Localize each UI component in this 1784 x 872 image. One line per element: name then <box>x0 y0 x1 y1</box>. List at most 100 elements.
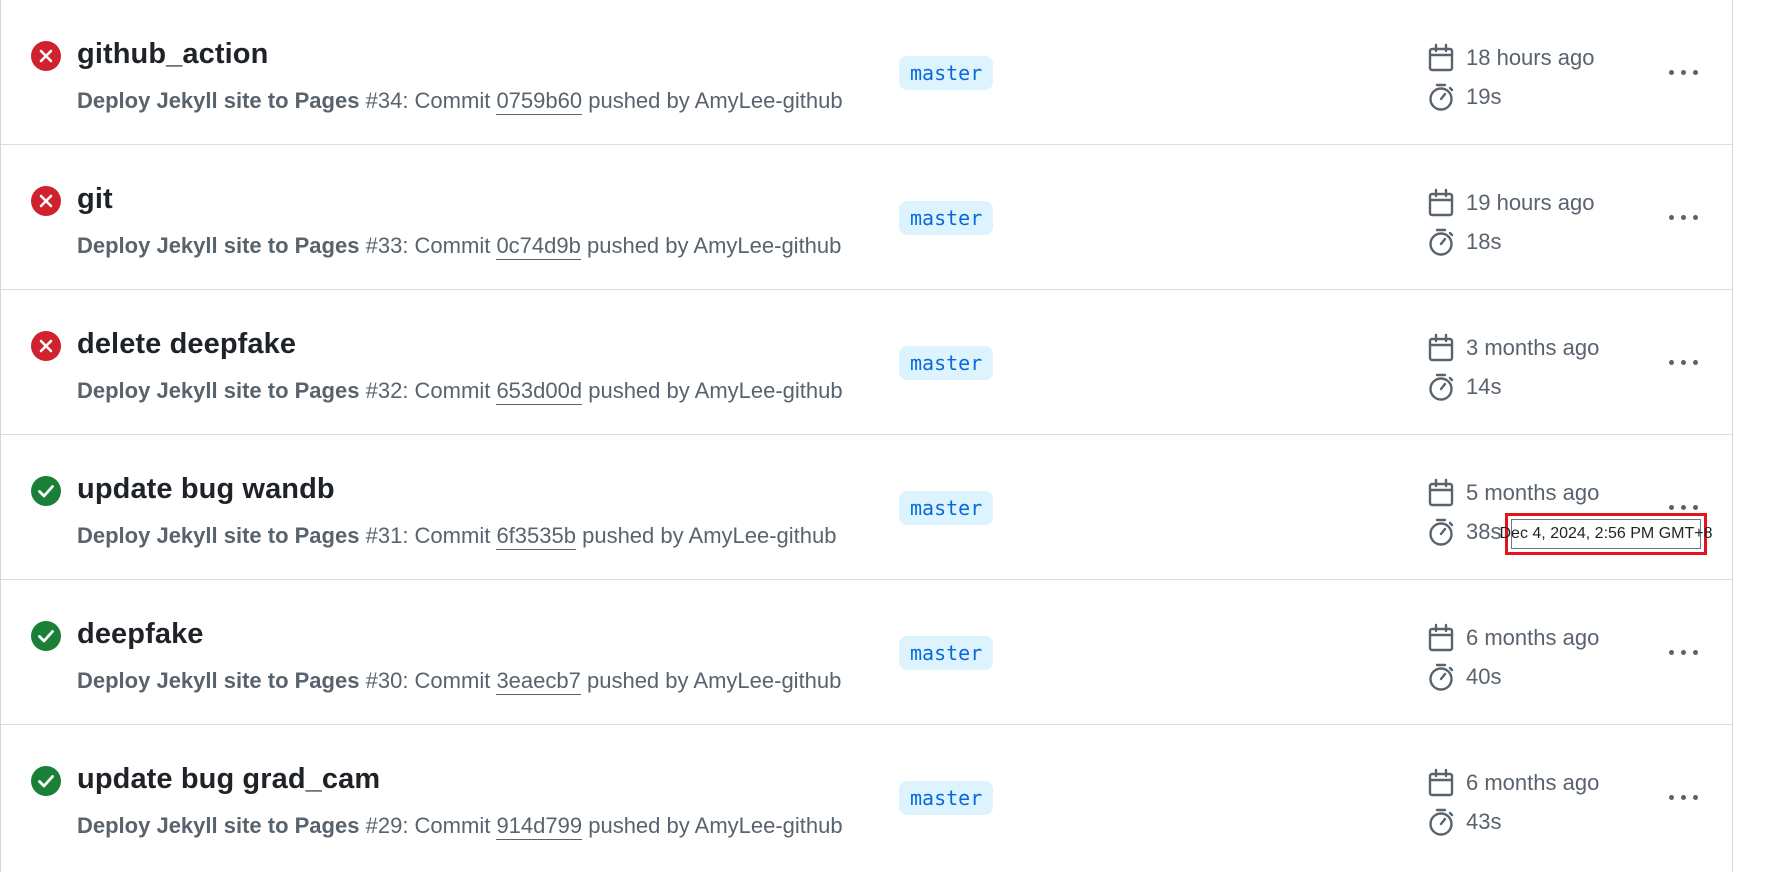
date-tooltip-text: Dec 4, 2024, 2:56 PM GMT+8 <box>1500 519 1713 549</box>
run-date-text[interactable]: 18 hours ago <box>1466 45 1594 71</box>
workflow-runs-list: github_action Deploy Jekyll site to Page… <box>0 0 1733 872</box>
check-circle-fill-icon <box>31 476 61 506</box>
commit-sha-link[interactable]: 653d00d <box>496 378 583 405</box>
commit-prefix: : Commit <box>402 813 491 838</box>
workflow-run-row[interactable]: deepfake Deploy Jekyll site to Pages #30… <box>1 580 1733 725</box>
run-duration: 38s <box>1426 516 1501 548</box>
run-number: #31 <box>365 523 403 548</box>
run-meta: Deploy Jekyll site to Pages #30: Commit … <box>77 668 842 695</box>
calendar-icon <box>1428 43 1454 72</box>
workflow-run-row[interactable]: update bug grad_cam Deploy Jekyll site t… <box>1 725 1733 870</box>
calendar-icon <box>1428 188 1454 217</box>
check-circle-fill-icon <box>31 621 61 651</box>
x-circle-fill-icon <box>31 186 61 216</box>
kebab-horizontal-icon[interactable] <box>1661 56 1705 88</box>
run-duration-text: 40s <box>1466 664 1502 689</box>
branch-label[interactable]: master <box>899 56 994 90</box>
workflow-run-row[interactable]: github_action Deploy Jekyll site to Page… <box>1 0 1733 145</box>
branch-label[interactable]: master <box>899 491 994 525</box>
commit-sha-link[interactable]: 3eaecb7 <box>496 668 581 695</box>
pushed-by-text: pushed by AmyLee-github <box>588 813 843 838</box>
run-date: 18 hours ago <box>1426 42 1594 74</box>
calendar-icon <box>1428 768 1454 797</box>
run-title-link[interactable]: git <box>77 183 113 216</box>
pushed-by-text: pushed by AmyLee-github <box>588 378 843 403</box>
branch-label[interactable]: master <box>899 636 994 670</box>
workflow-name: Deploy Jekyll site to Pages <box>77 523 360 548</box>
run-date: 5 months ago <box>1426 477 1599 509</box>
kebab-horizontal-icon[interactable] <box>1661 346 1705 378</box>
workflow-name: Deploy Jekyll site to Pages <box>77 233 360 258</box>
run-title-link[interactable]: deepfake <box>77 618 204 651</box>
date-tooltip: Dec 4, 2024, 2:56 PM GMT+8 <box>1500 513 1713 555</box>
stopwatch-icon <box>1429 808 1454 836</box>
calendar-icon <box>1428 623 1454 652</box>
commit-sha-link[interactable]: 6f3535b <box>496 523 576 550</box>
commit-sha-link[interactable]: 0759b60 <box>496 88 583 115</box>
commit-sha-link[interactable]: 0c74d9b <box>496 233 581 260</box>
run-title-link[interactable]: update bug grad_cam <box>77 763 380 796</box>
stopwatch-icon <box>1429 663 1454 691</box>
run-date-text[interactable]: 19 hours ago <box>1466 190 1594 216</box>
run-duration: 40s <box>1426 661 1501 693</box>
run-duration: 19s <box>1426 81 1501 113</box>
kebab-horizontal-icon[interactable] <box>1661 201 1705 233</box>
run-date-text[interactable]: 6 months ago <box>1466 625 1599 651</box>
commit-sha-link[interactable]: 914d799 <box>496 813 583 840</box>
stopwatch-icon <box>1429 228 1454 256</box>
run-date-text[interactable]: 3 months ago <box>1466 335 1599 361</box>
run-date-text[interactable]: 5 months ago <box>1466 480 1599 506</box>
workflow-run-row[interactable]: delete deepfake Deploy Jekyll site to Pa… <box>1 290 1733 435</box>
workflow-name: Deploy Jekyll site to Pages <box>77 88 360 113</box>
run-meta: Deploy Jekyll site to Pages #29: Commit … <box>77 813 843 840</box>
commit-prefix: : Commit <box>402 378 491 403</box>
run-duration-text: 38s <box>1466 519 1502 544</box>
run-title-link[interactable]: delete deepfake <box>77 328 296 361</box>
branch-label[interactable]: master <box>899 346 994 380</box>
run-meta: Deploy Jekyll site to Pages #31: Commit … <box>77 523 837 550</box>
commit-prefix: : Commit <box>402 523 491 548</box>
run-date: 6 months ago <box>1426 622 1599 654</box>
run-meta: Deploy Jekyll site to Pages #33: Commit … <box>77 233 842 260</box>
commit-prefix: : Commit <box>402 88 491 113</box>
run-meta: Deploy Jekyll site to Pages #32: Commit … <box>77 378 843 405</box>
run-date: 3 months ago <box>1426 332 1599 364</box>
stopwatch-icon <box>1429 373 1454 401</box>
run-number: #29 <box>365 813 403 838</box>
pushed-by-text: pushed by AmyLee-github <box>586 668 842 693</box>
run-title-link[interactable]: github_action <box>77 38 268 71</box>
run-number: #32 <box>365 378 403 403</box>
branch-label[interactable]: master <box>899 201 994 235</box>
calendar-icon <box>1428 478 1454 507</box>
run-number: #33 <box>365 233 403 258</box>
run-duration-text: 18s <box>1466 229 1502 254</box>
workflow-run-row[interactable]: git Deploy Jekyll site to Pages #33: Com… <box>1 145 1733 290</box>
run-date: 6 months ago <box>1426 767 1599 799</box>
run-duration-text: 43s <box>1466 809 1502 834</box>
check-circle-fill-icon <box>31 766 61 796</box>
workflow-name: Deploy Jekyll site to Pages <box>77 378 360 403</box>
pushed-by-text: pushed by AmyLee-github <box>588 88 843 113</box>
run-number: #34 <box>365 88 403 113</box>
run-duration: 14s <box>1426 371 1501 403</box>
run-meta: Deploy Jekyll site to Pages #34: Commit … <box>77 88 843 115</box>
kebab-horizontal-icon[interactable] <box>1661 636 1705 668</box>
calendar-icon <box>1428 333 1454 362</box>
commit-prefix: : Commit <box>402 233 491 258</box>
run-date: 19 hours ago <box>1426 187 1594 219</box>
stopwatch-icon <box>1429 83 1454 111</box>
run-title-link[interactable]: update bug wandb <box>77 473 335 506</box>
branch-label[interactable]: master <box>899 781 994 815</box>
stopwatch-icon <box>1429 518 1454 546</box>
pushed-by-text: pushed by AmyLee-github <box>586 233 842 258</box>
commit-prefix: : Commit <box>402 668 491 693</box>
run-date-text[interactable]: 6 months ago <box>1466 770 1599 796</box>
workflow-run-row[interactable]: update bug wandb Deploy Jekyll site to P… <box>1 435 1733 580</box>
run-duration-text: 19s <box>1466 84 1502 109</box>
run-duration-text: 14s <box>1466 374 1502 399</box>
kebab-horizontal-icon[interactable] <box>1661 781 1705 813</box>
run-duration: 43s <box>1426 806 1501 838</box>
x-circle-fill-icon <box>31 331 61 361</box>
workflow-name: Deploy Jekyll site to Pages <box>77 813 360 838</box>
run-number: #30 <box>365 668 403 693</box>
